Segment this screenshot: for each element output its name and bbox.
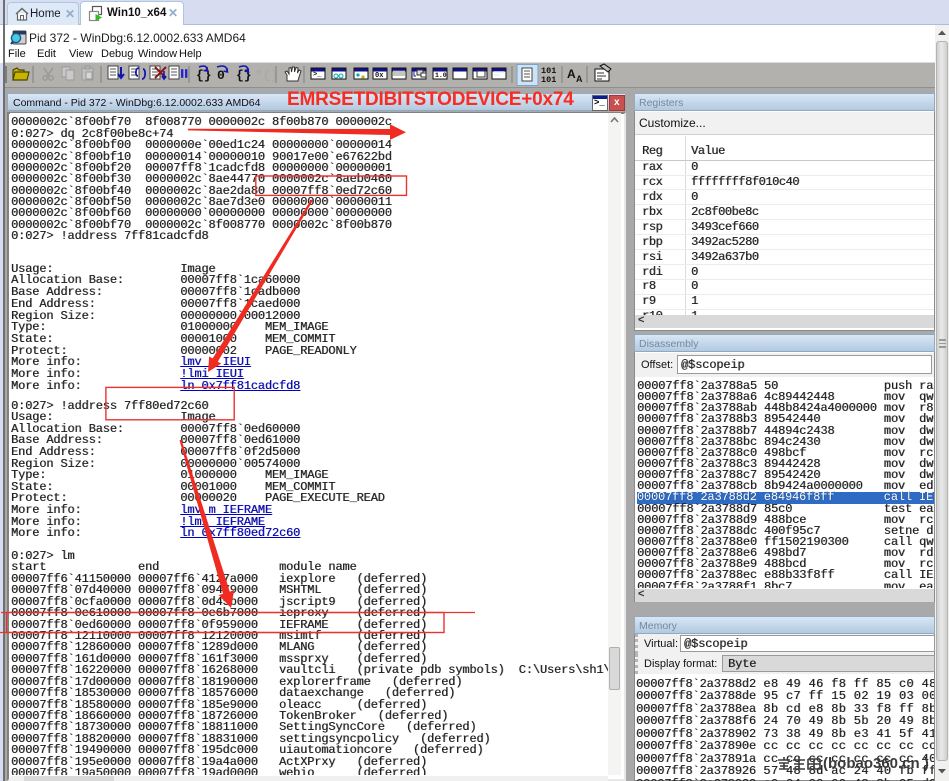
- svg-text:101: 101: [541, 75, 556, 85]
- svg-text:0: 0: [217, 68, 225, 83]
- svg-text:0x: 0x: [375, 72, 384, 80]
- svg-text:1.0: 1.0: [435, 72, 447, 79]
- svg-text:A: A: [576, 74, 583, 84]
- svg-text:{}: {}: [236, 68, 252, 83]
- svg-text:A: A: [567, 67, 576, 81]
- svg-text:>_: >_: [313, 71, 322, 79]
- svg-text:*{}: *{}: [255, 68, 278, 83]
